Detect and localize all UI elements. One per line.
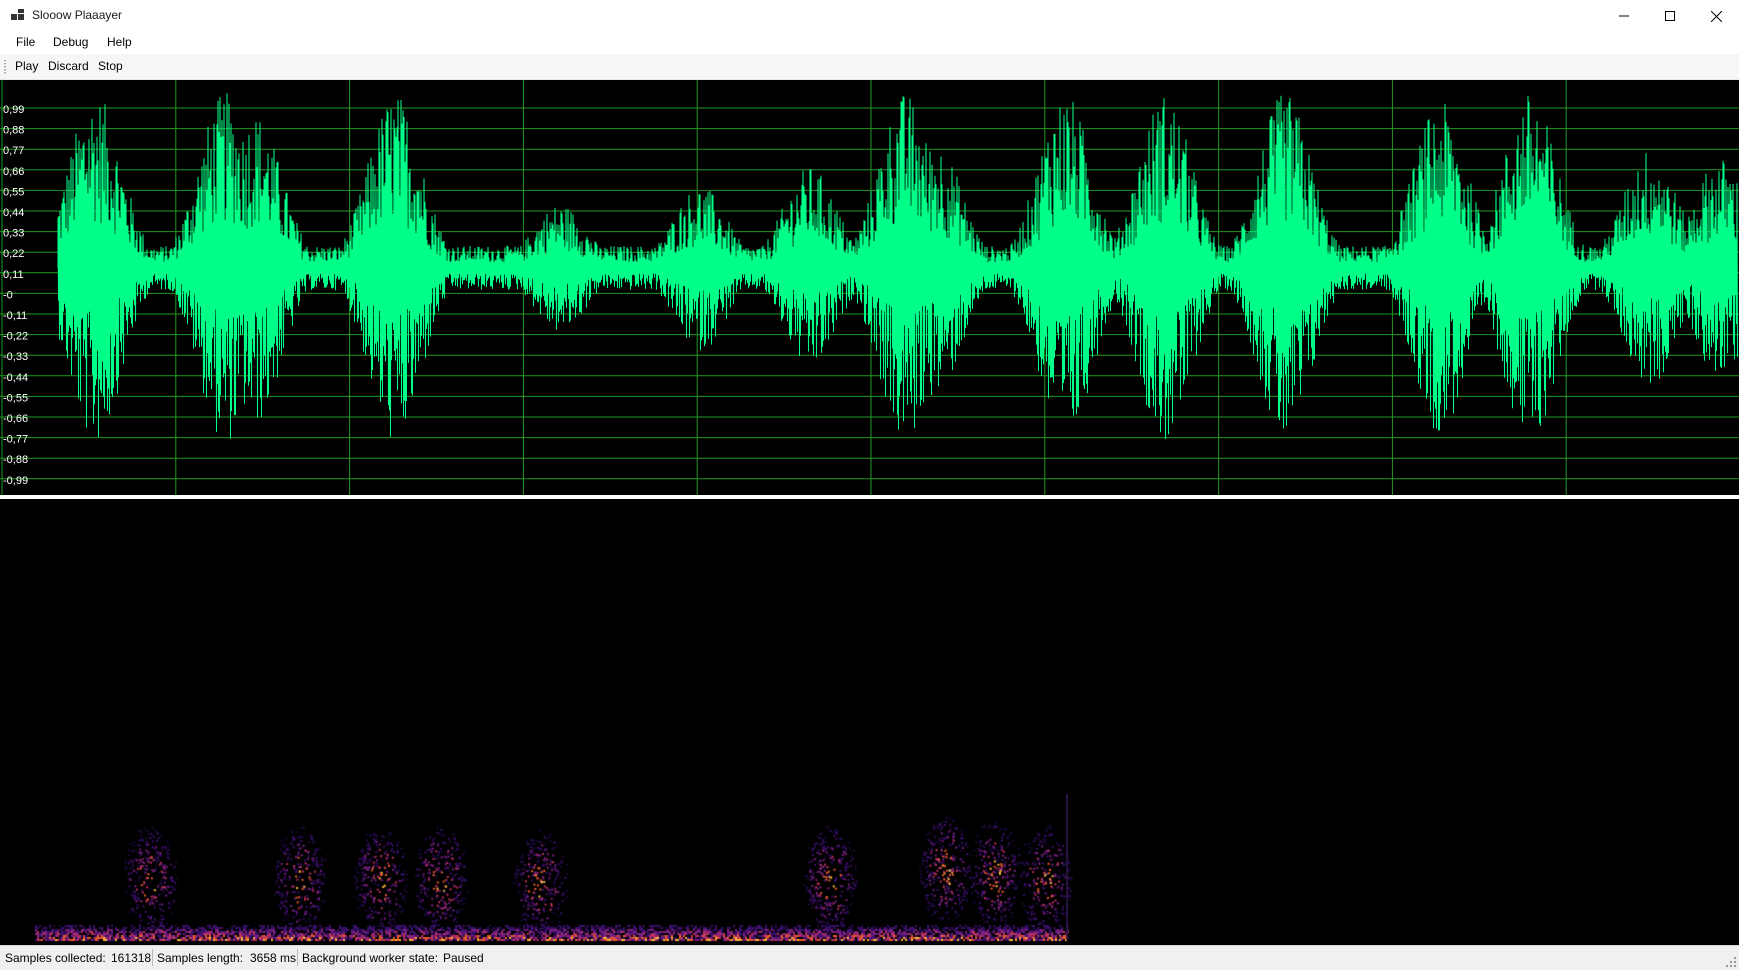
y-axis-label: -0,22 [3,331,28,343]
menu-file[interactable]: File [16,35,35,49]
minimize-icon [1619,15,1629,17]
window-title: Slooow Plaaayer [32,8,123,22]
menu-help[interactable]: Help [107,35,132,49]
y-axis-label: -0 [3,289,13,301]
y-axis-label: 0,99 [3,104,24,116]
y-axis-label: 0,88 [3,125,24,137]
menu-bar: File Debug Help [0,32,1739,54]
y-axis-label: 0,44 [3,207,24,219]
maximize-icon [1665,11,1675,21]
toolbar-grip[interactable] [4,60,6,74]
y-axis-label: 0,66 [3,166,24,178]
samples-length-value: 3658 ms [250,951,297,965]
y-axis-label: 0,11 [3,269,24,281]
samples-collected-value: 161318 [111,951,152,965]
y-axis-label: -0,55 [3,392,28,404]
samples-length-label: Samples length: [157,951,244,965]
worker-state-label: Background worker state: [302,951,439,965]
waveform-plot: 0,99 0,88 0,77 0,66 0,55 0,44 0,33 0,22 0,11 -0 -0… [0,80,1739,496]
resize-grip-icon[interactable] [1725,956,1737,968]
y-axis-label: -0,66 [3,413,28,425]
worker-state-value: Paused [443,951,484,965]
maximize-button[interactable] [1647,0,1693,32]
y-axis-label: -0,33 [3,351,28,363]
waveform-panel: 0,99 0,88 0,77 0,66 0,55 0,44 0,33 0,22 0,11 -0 -0… [0,80,1739,496]
samples-collected-label: Samples collected: [5,951,106,965]
spectrogram-panel [0,499,1739,945]
y-axis-label: -0,11 [3,310,27,322]
stop-button[interactable]: Stop [98,59,123,73]
discard-button[interactable]: Discard [48,59,89,73]
app-icon [11,9,24,20]
status-bar: Samples collected: 161318 Samples length… [0,945,1739,970]
y-axis-label: 0,77 [3,145,24,157]
y-axis-label: 0,55 [3,186,24,198]
menu-debug[interactable]: Debug [53,35,88,49]
y-axis-label: -0,88 [3,454,28,466]
close-icon [1710,10,1722,22]
close-button[interactable] [1693,0,1739,32]
play-button[interactable]: Play [15,59,38,73]
y-axis-label: -0,77 [3,434,28,446]
y-axis-label: 0,22 [3,248,24,260]
status-divider [152,949,153,966]
status-divider [297,949,298,966]
spectrogram [0,499,1739,945]
minimize-button[interactable] [1601,0,1647,32]
waveform-signal [57,93,1738,440]
y-axis-label: -0,44 [3,372,28,384]
title-bar: Slooow Plaaayer [0,0,1739,32]
toolbar: Play Discard Stop [0,54,1739,80]
y-axis-label: 0,33 [3,228,24,240]
y-axis-label: -0,99 [3,475,28,487]
